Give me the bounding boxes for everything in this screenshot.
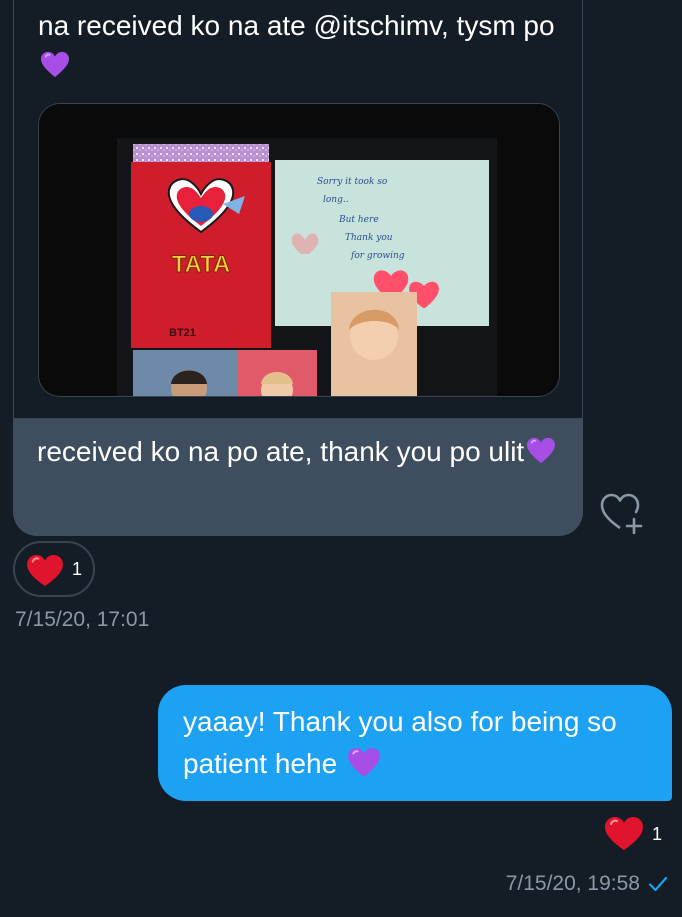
- add-reaction-icon[interactable]: [599, 492, 645, 534]
- quoted-tweet[interactable]: na received ko na ate @itschimv, tysm po: [13, 0, 583, 419]
- received-message-text: received ko na po ate, thank you po ulit: [37, 432, 557, 472]
- heart-icon: [605, 817, 643, 850]
- sent-meta: 7/15/20, 19:58: [506, 872, 668, 896]
- received-message-body: received ko na po ate, thank you po ulit: [37, 436, 525, 467]
- sent-timestamp: 7/15/20, 19:58: [505, 872, 640, 895]
- note-line: Sorry it took so: [317, 177, 388, 187]
- purple-heart-icon: [347, 748, 380, 777]
- received-message[interactable]: na received ko na ate @itschimv, tysm po: [13, 0, 583, 536]
- reaction-count: 1: [652, 824, 663, 844]
- note-line: But here: [338, 215, 379, 225]
- note-line: long..: [323, 195, 349, 205]
- note-line: Thank you: [345, 233, 393, 243]
- received-reaction-pill[interactable]: 1: [13, 541, 95, 597]
- photo-image: TATA BT21 Sorry it took so long.. But he…: [39, 104, 559, 396]
- quoted-tweet-text: na received ko na ate @itschimv, tysm po: [38, 6, 558, 86]
- quoted-tweet-body: na received ko na ate @itschimv, tysm po: [38, 10, 555, 41]
- note-line: for growing: [350, 251, 405, 261]
- received-timestamp: 7/15/20, 17:01: [15, 608, 150, 631]
- purple-heart-icon: [41, 51, 69, 78]
- photo-card-text: TATA: [172, 251, 231, 278]
- checkmark-icon: [648, 876, 668, 892]
- sent-reaction[interactable]: 1: [604, 816, 668, 856]
- sent-message-text: yaaay! Thank you also for being so patie…: [183, 701, 653, 785]
- photo-card-brand: BT21: [169, 327, 196, 339]
- sent-message-body: yaaay! Thank you also for being so patie…: [183, 706, 617, 779]
- dm-conversation: na received ko na ate @itschimv, tysm po: [0, 0, 682, 917]
- purple-heart-icon: [527, 437, 556, 464]
- reaction-count: 1: [72, 559, 83, 579]
- heart-icon: [27, 554, 63, 587]
- sent-message[interactable]: yaaay! Thank you also for being so patie…: [158, 685, 672, 801]
- attached-photo[interactable]: TATA BT21 Sorry it took so long.. But he…: [38, 103, 560, 397]
